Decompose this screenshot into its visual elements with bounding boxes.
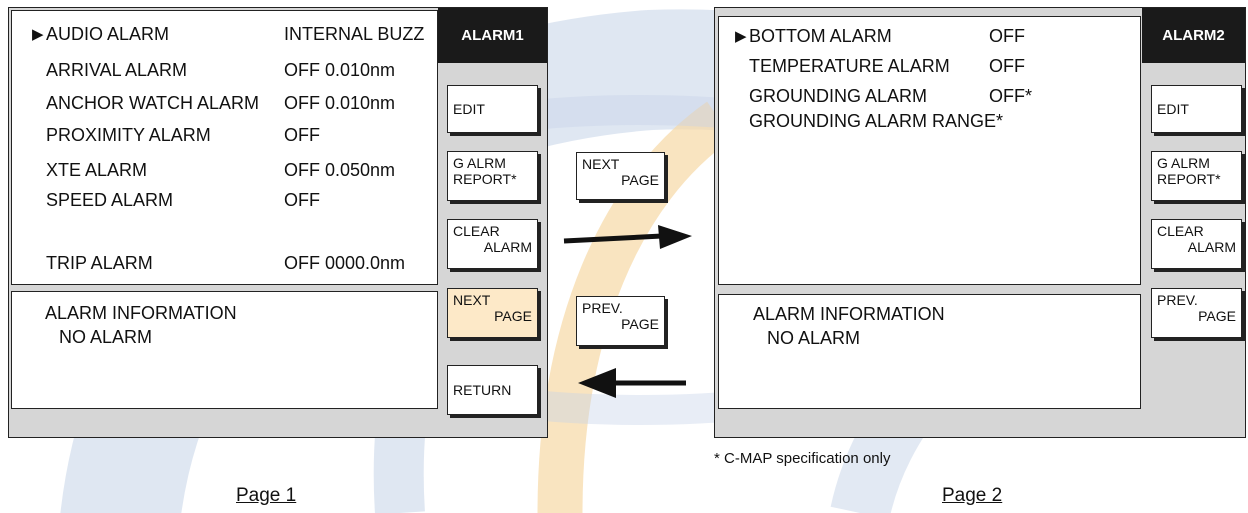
clear-alarm-button[interactable]: CLEAR ALARM xyxy=(447,219,538,269)
alarm-label: TEMPERATURE ALARM xyxy=(749,56,950,76)
alarm-value: OFF 0.010nm xyxy=(284,93,396,113)
g-alrm-report-button[interactable]: G ALRM REPORT* xyxy=(447,151,538,201)
alarm-value: OFF 0.050nm xyxy=(284,160,396,180)
arrow-left-icon xyxy=(578,368,686,398)
edit-button[interactable]: EDIT xyxy=(447,85,538,133)
alarm-value: OFF* xyxy=(989,86,1032,106)
alarm-label: XTE ALARM xyxy=(46,160,148,180)
alarm2-info-panel: ALARM INFORMATION NO ALARM xyxy=(718,294,1141,409)
g-alrm-report-button[interactable]: G ALRM REPORT* xyxy=(1151,151,1242,201)
alarm1-list-panel: ▶ AUDIO ALARM INTERNAL BUZZ ARRIVAL ALAR… xyxy=(11,10,438,285)
nav-prev-page-button[interactable]: PREV. PAGE xyxy=(576,296,665,346)
alarm1-screen: ▶ AUDIO ALARM INTERNAL BUZZ ARRIVAL ALAR… xyxy=(8,7,548,438)
selection-arrow-icon: ▶ xyxy=(32,26,44,43)
info-value: NO ALARM xyxy=(767,328,861,348)
alarm-label: TRIP ALARM xyxy=(46,253,153,273)
arrow-right-icon xyxy=(563,225,692,249)
alarm-value: OFF xyxy=(989,56,1025,76)
alarm-label: ANCHOR WATCH ALARM xyxy=(46,93,260,113)
alarm-label: BOTTOM ALARM xyxy=(749,26,892,46)
alarm2-list-panel: ▶ BOTTOM ALARM OFF TEMPERATURE ALARM OFF… xyxy=(718,16,1141,285)
next-page-button[interactable]: NEXT PAGE xyxy=(447,288,538,338)
alarm-value: OFF 0000.0nm xyxy=(284,253,406,273)
page-2-caption: Page 2 xyxy=(942,485,1003,506)
alarm-value: OFF 0.010nm xyxy=(284,60,396,80)
alarm-label: PROXIMITY ALARM xyxy=(46,125,211,145)
page-1-caption: Page 1 xyxy=(236,485,297,506)
alarm-value: INTERNAL BUZZ xyxy=(284,24,425,44)
alarm1-info-panel: ALARM INFORMATION NO ALARM xyxy=(11,291,438,409)
page-title: ALARM2 xyxy=(1142,8,1245,63)
alarm-label: SPEED ALARM xyxy=(46,190,174,210)
info-value: NO ALARM xyxy=(59,327,153,347)
info-title: ALARM INFORMATION xyxy=(753,304,945,324)
edit-button[interactable]: EDIT xyxy=(1151,85,1242,133)
page-title: ALARM1 xyxy=(438,8,547,63)
alarm-label: AUDIO ALARM xyxy=(46,24,170,44)
info-title: ALARM INFORMATION xyxy=(45,303,237,323)
footnote: * C-MAP specification only xyxy=(714,450,891,467)
alarm-value: OFF xyxy=(989,26,1025,46)
prev-page-button[interactable]: PREV. PAGE xyxy=(1151,288,1242,338)
clear-alarm-button[interactable]: CLEAR ALARM xyxy=(1151,219,1242,269)
nav-next-page-button[interactable]: NEXT PAGE xyxy=(576,152,665,200)
return-button[interactable]: RETURN xyxy=(447,365,538,415)
alarm-value: OFF xyxy=(284,190,320,210)
alarm-label: GROUNDING ALARM RANGE* xyxy=(749,111,1004,131)
alarm2-screen: ▶ BOTTOM ALARM OFF TEMPERATURE ALARM OFF… xyxy=(714,7,1246,438)
alarm-value: OFF xyxy=(284,125,320,145)
alarm-label: ARRIVAL ALARM xyxy=(46,60,188,80)
alarm-label: GROUNDING ALARM xyxy=(749,86,928,106)
selection-arrow-icon: ▶ xyxy=(735,28,747,45)
